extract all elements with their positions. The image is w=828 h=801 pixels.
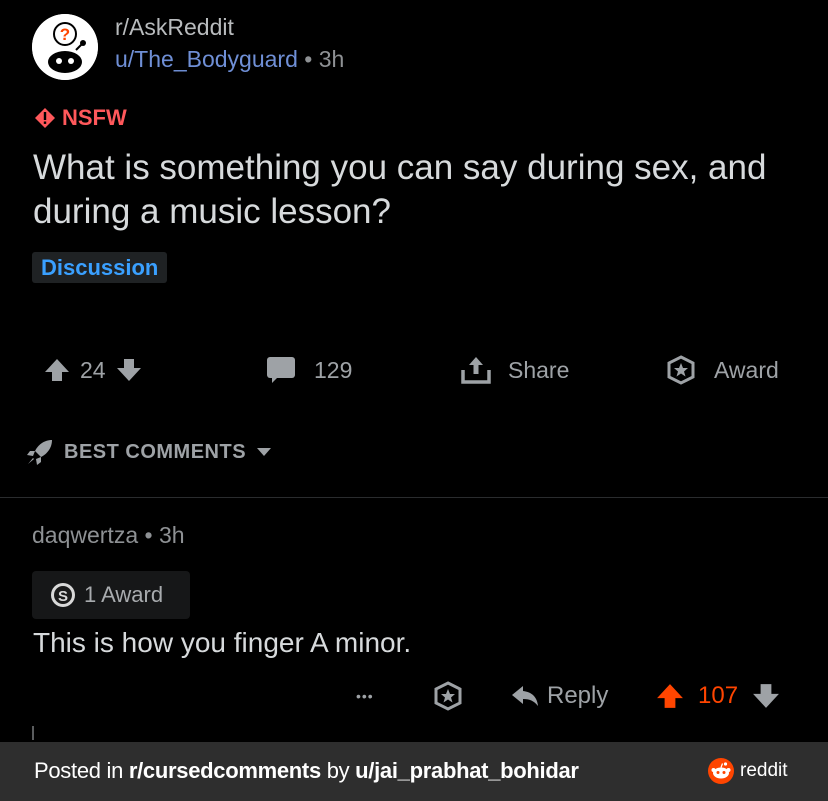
askreddit-avatar-icon: ? [32,14,98,80]
comment-meta: daqwertza • 3h [32,522,185,549]
footer-user[interactable]: u/jai_prabhat_bohidar [355,758,579,783]
comment-icon [267,357,295,383]
more-icon: ••• [356,688,374,704]
comment-action-bar: ••• Reply 107 [0,668,828,724]
comment-body: This is how you finger A minor. [33,627,412,658]
subreddit-avatar[interactable]: ? [32,14,98,80]
vote-control: 24 [44,340,142,400]
share-label: Share [508,356,570,383]
post-author[interactable]: u/The_Bodyguard [115,46,298,72]
post-flair[interactable]: Discussion [32,252,168,283]
comments-button[interactable]: 129 [266,340,352,400]
post-meta: u/The_Bodyguard • 3h [115,46,344,73]
silver-award-icon: S [51,583,75,607]
reply-icon [512,686,538,706]
footer-subreddit[interactable]: r/cursedcomments [129,758,321,783]
share-button[interactable]: Share [460,340,569,400]
rocket-icon [27,440,52,465]
sort-label: BEST COMMENTS [64,440,247,463]
post-score: 24 [80,356,106,383]
footer-credit: Posted in r/cursedcomments by u/jai_prab… [34,758,579,784]
comment-age: 3h [158,522,185,548]
upvote-icon[interactable] [44,357,70,383]
footer-prefix: Posted in [34,758,129,783]
award-icon [434,681,462,711]
reddit-brand: reddit [708,758,788,784]
thread-line [32,726,34,740]
nsfw-label: NSFW [62,105,127,130]
comment-sort[interactable]: BEST COMMENTS [26,438,272,466]
subreddit-name[interactable]: r/AskReddit [115,14,234,41]
more-button[interactable]: ••• [356,668,374,724]
downvote-icon[interactable] [752,682,780,710]
comment-award-button[interactable] [433,668,463,724]
svg-text:?: ? [60,25,70,44]
comment-count: 129 [314,356,353,383]
award-label: Award [714,356,779,383]
award-icon [667,355,695,385]
reply-label: Reply [547,682,609,709]
award-count: 1 Award [84,582,164,607]
post-title[interactable]: What is something you can say during sex… [33,146,813,234]
comment-vote-control: 107 [656,668,780,724]
meta-separator: • [304,46,313,72]
share-icon [461,357,491,384]
chevron-down-icon [257,448,272,456]
footer-mid: by [320,758,356,783]
comment-author[interactable]: daqwertza [32,522,138,548]
reddit-wordmark: reddit [740,760,788,781]
section-divider [0,497,828,498]
comment-award-badge[interactable]: S 1 Award [32,571,190,619]
downvote-icon[interactable] [116,357,142,383]
svg-text:S: S [58,588,68,605]
reddit-logo-icon [708,758,734,784]
comment-score: 107 [698,682,739,709]
footer-banner: Posted in r/cursedcomments by u/jai_prab… [0,742,828,801]
meta-separator: • [144,522,153,548]
nsfw-tag: NSFW [34,105,127,131]
nsfw-diamond-icon [35,108,55,128]
post-action-bar: 24 129 Share Award [0,340,828,400]
upvote-icon[interactable] [656,682,684,710]
award-button[interactable]: Award [666,340,779,400]
reply-button[interactable]: Reply [511,668,608,724]
post-age: 3h [318,46,345,72]
